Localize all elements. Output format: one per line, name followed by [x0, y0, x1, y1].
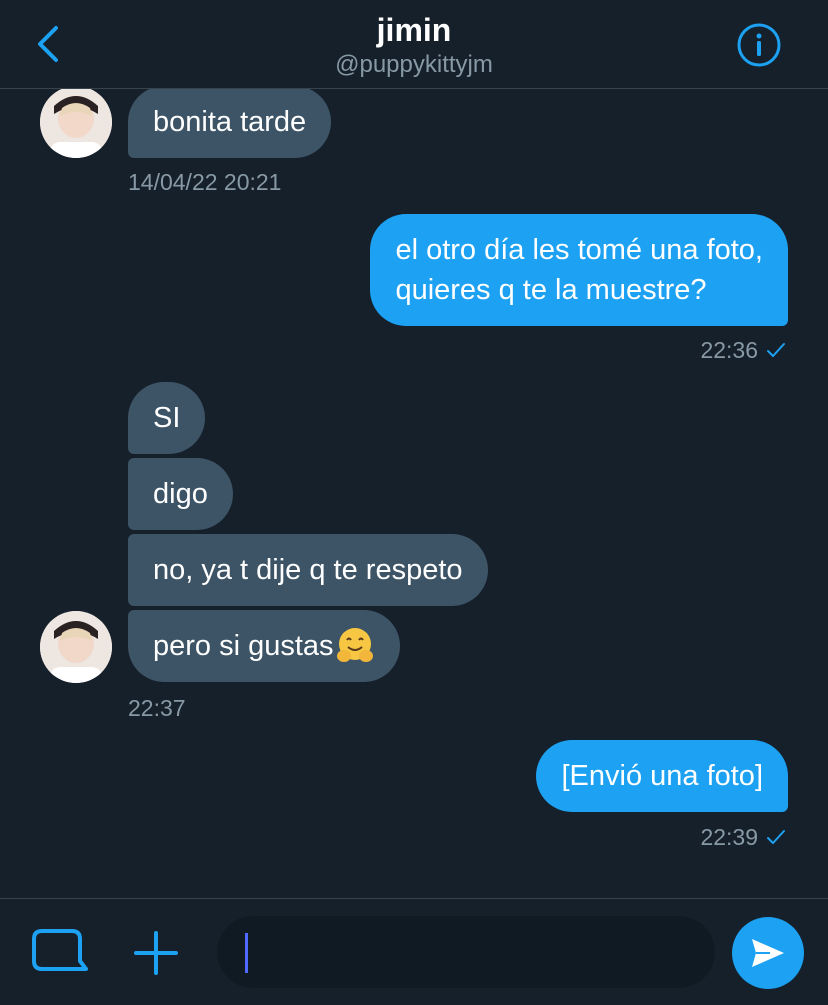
info-button[interactable]	[736, 22, 782, 68]
gif-button[interactable]	[30, 927, 88, 977]
message-text-line: quieres q te la muestre?	[395, 274, 707, 306]
message-timestamp: 22:36	[700, 337, 758, 363]
message-bubble-outgoing[interactable]: [Envió una foto]	[536, 740, 788, 812]
message-text: [Envió una foto]	[561, 760, 763, 792]
message-input[interactable]	[247, 928, 691, 978]
message-bubble-incoming[interactable]: SI	[128, 382, 206, 454]
avatar-image	[40, 611, 112, 683]
message-timestamp: 22:39	[700, 824, 758, 850]
message-text: bonita tarde	[153, 106, 307, 138]
gif-icon	[32, 929, 88, 971]
conversation-header: jimin @puppykittyjm	[0, 0, 828, 89]
message-text: no, ya t dije q te respeto	[153, 554, 463, 586]
message-text: SI	[153, 402, 181, 434]
message-timestamp: 22:37	[128, 695, 186, 721]
hugging-face-icon	[336, 628, 373, 662]
send-icon	[752, 939, 784, 967]
avatar[interactable]	[40, 86, 112, 158]
contact-handle: @puppykittyjm	[335, 51, 493, 78]
conversation-title[interactable]: jimin @puppykittyjm	[0, 10, 828, 80]
message-text: digo	[153, 478, 208, 510]
contact-name: jimin	[376, 12, 452, 48]
message-text: pero si gustas	[153, 630, 334, 662]
send-button[interactable]	[732, 917, 804, 989]
check-icon	[767, 343, 785, 357]
message-composer[interactable]	[217, 916, 715, 988]
message-bubble-outgoing[interactable]: el otro día les tomé una foto, quieres q…	[370, 214, 788, 326]
message-bubble-incoming[interactable]: digo	[128, 458, 233, 530]
avatar[interactable]	[40, 611, 112, 683]
message-timestamp: 14/04/22 20:21	[128, 169, 282, 195]
add-media-button[interactable]	[132, 929, 180, 977]
message-bubble-incoming[interactable]: bonita tarde	[128, 86, 332, 158]
info-icon	[737, 23, 781, 67]
plus-icon	[134, 931, 178, 975]
composer-bar	[0, 898, 828, 1005]
message-status: 22:36	[700, 336, 786, 364]
conversation: bonita tarde 14/04/22 20:21 el otro día …	[0, 0, 828, 900]
check-icon	[767, 830, 785, 844]
message-bubble-incoming[interactable]: pero si gustas	[128, 610, 400, 682]
message-bubble-incoming[interactable]: no, ya t dije q te respeto	[128, 534, 488, 606]
message-text-line: el otro día les tomé una foto,	[395, 234, 763, 266]
avatar-image	[40, 86, 112, 158]
message-status: 22:39	[700, 823, 786, 851]
